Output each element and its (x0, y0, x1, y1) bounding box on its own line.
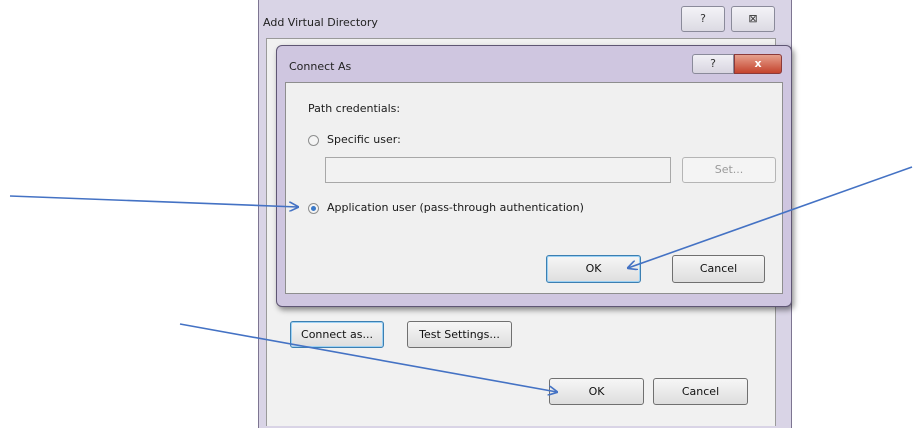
specific-user-label: Specific user: (327, 133, 401, 146)
specific-user-input[interactable] (325, 157, 671, 183)
inner-close-button[interactable]: x (734, 54, 782, 74)
test-settings-button[interactable]: Test Settings... (407, 321, 512, 348)
outer-cancel-button[interactable]: Cancel (653, 378, 748, 405)
set-button[interactable]: Set... (682, 157, 776, 183)
arrow-to-application-user (9, 195, 298, 207)
outer-help-button[interactable]: ? (681, 6, 725, 32)
connect-as-dialog: Connect As ? x Path credentials: Specifi… (276, 45, 792, 307)
specific-user-radio[interactable] (308, 135, 319, 146)
outer-close-button[interactable]: ⊠ (731, 6, 775, 32)
inner-help-button[interactable]: ? (692, 54, 734, 74)
inner-dialog-body: Path credentials: Specific user: Set... … (285, 82, 783, 294)
connect-as-button[interactable]: Connect as... (290, 321, 384, 348)
application-user-label: Application user (pass-through authentic… (327, 201, 584, 214)
application-user-radio[interactable] (308, 203, 319, 214)
outer-ok-button[interactable]: OK (549, 378, 644, 405)
outer-dialog-title: Add Virtual Directory (263, 16, 378, 29)
path-credentials-label: Path credentials: (308, 102, 401, 115)
inner-dialog-title: Connect As (289, 60, 352, 73)
inner-cancel-button[interactable]: Cancel (672, 255, 765, 283)
inner-ok-button[interactable]: OK (546, 255, 641, 283)
